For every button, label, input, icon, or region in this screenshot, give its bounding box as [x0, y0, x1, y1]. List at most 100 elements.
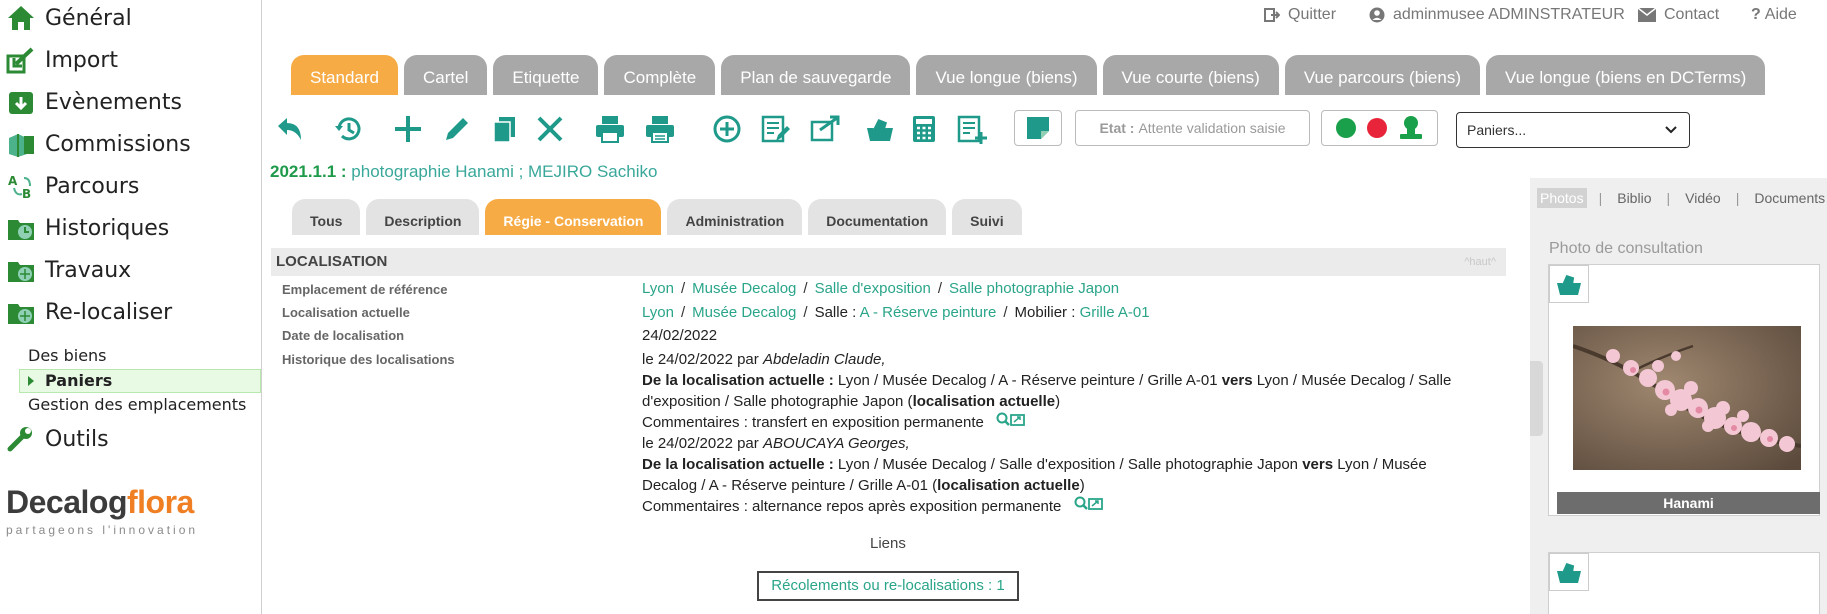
link-mobilier[interactable]: Grille A-01	[1080, 304, 1150, 321]
user-link[interactable]: adminmusee ADMINSTRATEUR	[1369, 6, 1625, 24]
tab-vue-longue[interactable]: Vue longue (biens)	[916, 55, 1097, 95]
paniers-select[interactable]: Paniers...	[1456, 112, 1690, 148]
events-icon	[6, 87, 36, 117]
tab-etiquette[interactable]: Etiquette	[493, 55, 599, 95]
print-button[interactable]	[592, 111, 628, 147]
zoom-comment-icon[interactable]	[1074, 496, 1104, 518]
nav-evenements[interactable]: Evènements	[6, 84, 182, 120]
edit-button[interactable]	[439, 111, 475, 147]
subtab-tous[interactable]: Tous	[292, 199, 361, 235]
link-musee-actuelle[interactable]: Musée Decalog	[692, 304, 796, 321]
media-tab-biblio[interactable]: Biblio	[1614, 188, 1654, 208]
basket-icon	[867, 117, 893, 141]
link-lyon-actuelle[interactable]: Lyon	[642, 304, 674, 321]
basket-add-button[interactable]	[862, 111, 898, 147]
nav-outils-label: Outils	[45, 426, 109, 452]
tab-vue-longue-dcterms[interactable]: Vue longue (biens en DCTerms)	[1486, 55, 1766, 95]
caret-right-icon	[28, 376, 34, 386]
close-icon	[537, 116, 563, 142]
photo-thumbnail[interactable]	[1573, 326, 1801, 470]
media-tab-photos[interactable]: Photos	[1537, 188, 1587, 208]
photo-basket-button[interactable]	[1549, 265, 1589, 303]
label-localisation-actuelle: Localisation actuelle	[282, 305, 410, 320]
add-button[interactable]	[390, 111, 426, 147]
zoom-comment-icon[interactable]	[996, 412, 1026, 434]
help-label: Aide	[1764, 6, 1797, 23]
history-1-head: le 24/02/2022 par Abdeladin Claude,	[642, 351, 886, 368]
edit-list-icon	[761, 115, 790, 143]
subtab-documentation[interactable]: Documentation	[808, 199, 947, 235]
subtab-administration[interactable]: Administration	[667, 199, 803, 235]
pencil-icon	[446, 118, 468, 140]
stamp-icon[interactable]	[1398, 114, 1424, 142]
tab-plan-sauvegarde[interactable]: Plan de sauvegarde	[721, 55, 911, 95]
sub-paniers-label: Paniers	[45, 371, 113, 390]
help-link[interactable]: ? Aide	[1751, 6, 1797, 24]
edit-list-button[interactable]	[757, 111, 793, 147]
record-title: 2021.1.1 : photographie Hanami ; MEJIRO …	[270, 162, 657, 182]
tab-vue-parcours[interactable]: Vue parcours (biens)	[1284, 55, 1480, 95]
logo-word-2: flora	[126, 484, 194, 520]
nav-outils[interactable]: Outils	[6, 421, 109, 457]
duplicate-button[interactable]	[487, 111, 523, 147]
quit-label: Quitter	[1288, 6, 1337, 23]
nav-historiques[interactable]: Historiques	[6, 210, 169, 246]
link-salle-exposition[interactable]: Salle d'exposition	[815, 280, 931, 297]
nav-general[interactable]: Général	[6, 0, 132, 36]
sub-gestion-emplacements[interactable]: Gestion des emplacements	[28, 395, 246, 414]
logo-tagline: partageons l'innovation	[6, 523, 199, 537]
history-1-comment: Commentaires : transfert en exposition p…	[642, 412, 1026, 434]
tab-complete[interactable]: Complète	[604, 55, 716, 95]
history-2-line-2: Decalog / A - Réserve peinture / Grille …	[642, 477, 1085, 494]
sub-des-biens[interactable]: Des biens	[28, 346, 107, 365]
nav-parcours[interactable]: AB Parcours	[6, 168, 139, 204]
nav-parcours-label: Parcours	[45, 173, 140, 199]
back-to-top-link[interactable]: ^haut^	[1464, 256, 1496, 268]
svg-text:A: A	[8, 174, 18, 188]
nav-travaux[interactable]: Travaux	[6, 252, 131, 288]
link-salle-photo-japon[interactable]: Salle photographie Japon	[949, 280, 1119, 297]
subtab-suivi[interactable]: Suivi	[952, 199, 1022, 235]
print-list-button[interactable]	[642, 111, 678, 147]
nav-import[interactable]: Import	[6, 42, 118, 78]
green-status-dot[interactable]	[1335, 118, 1356, 138]
subtab-description[interactable]: Description	[366, 199, 480, 235]
list-add-icon	[957, 115, 987, 144]
plus-circle-icon	[713, 115, 741, 143]
note-button[interactable]	[1014, 110, 1062, 146]
delete-button[interactable]	[532, 111, 568, 147]
printer-icon	[596, 116, 624, 143]
sub-paniers[interactable]: Paniers	[19, 369, 261, 393]
link-salle-reserve[interactable]: A - Réserve peinture	[860, 304, 997, 321]
panel-collapse-handle[interactable]	[1530, 361, 1543, 436]
undo-button[interactable]	[272, 111, 308, 147]
media-tab-documents[interactable]: Documents	[1751, 188, 1827, 208]
tab-cartel[interactable]: Cartel	[404, 55, 488, 95]
recolement-button[interactable]: Récolements ou re-localisations : 1	[757, 571, 1019, 601]
contact-link[interactable]: Contact	[1638, 6, 1719, 24]
history-2-comment: Commentaires : alternance repos après ex…	[642, 496, 1104, 518]
link-musee[interactable]: Musée Decalog	[692, 280, 796, 297]
media-tab-video[interactable]: Vidéo	[1682, 188, 1724, 208]
history-button[interactable]	[331, 111, 367, 147]
etat-value: Attente validation saisie	[1138, 120, 1286, 136]
value-date: 24/02/2022	[642, 327, 718, 344]
nav-historiques-label: Historiques	[45, 215, 170, 241]
new-list-button[interactable]	[954, 111, 990, 147]
contact-label: Contact	[1664, 6, 1720, 23]
calculator-button[interactable]	[906, 111, 942, 147]
nav-commissions[interactable]: Commissions	[6, 126, 191, 162]
red-status-dot[interactable]	[1366, 118, 1387, 138]
link-lyon[interactable]: Lyon	[642, 280, 674, 297]
photo-2-basket-button[interactable]	[1549, 553, 1589, 591]
tab-standard[interactable]: Standard	[291, 55, 398, 95]
transfer-button[interactable]	[807, 111, 843, 147]
tab-vue-courte[interactable]: Vue courte (biens)	[1102, 55, 1279, 95]
history-2-author: ABOUCAYA Georges,	[762, 435, 910, 452]
subtab-regie-conservation[interactable]: Régie - Conservation	[485, 199, 662, 235]
import-icon	[6, 45, 36, 75]
nav-relocaliser[interactable]: Re-localiser	[6, 294, 172, 330]
quit-link[interactable]: Quitter	[1264, 6, 1336, 24]
add-circle-button[interactable]	[709, 111, 745, 147]
home-icon	[6, 3, 36, 33]
